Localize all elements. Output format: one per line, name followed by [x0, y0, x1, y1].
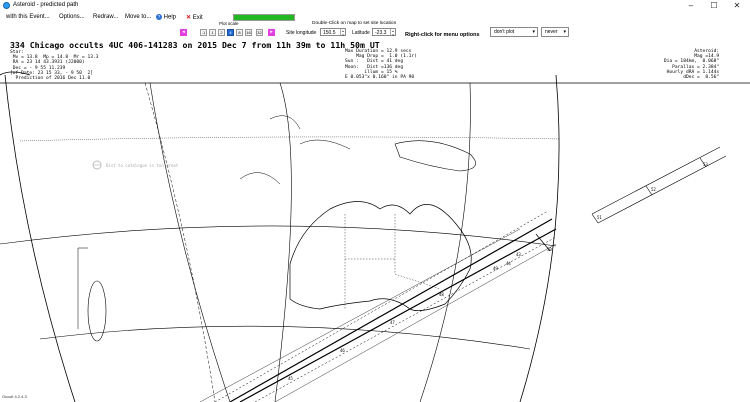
max-duration-info: Max Duration = 12.9 secs Mag Drop = 1.0 …	[345, 49, 417, 81]
menu-exit[interactable]: ✕ Exit	[186, 14, 203, 21]
path-tick-label: 48	[439, 292, 444, 297]
inset-tick-label: 53	[703, 162, 708, 167]
scale-button-32[interactable]: 32	[256, 29, 263, 36]
path-tick-label: 44	[506, 261, 511, 266]
parallel	[0, 225, 557, 247]
minimize-button[interactable]: –	[680, 0, 702, 12]
chevron-down-icon: ▾	[563, 29, 566, 35]
longitude-spinner-icon[interactable]: ▴ ▾	[340, 29, 345, 37]
progress-fill	[234, 15, 294, 20]
right-click-hint: Right-click for menu options	[405, 32, 480, 38]
plot-scale-label: Plot scale	[219, 21, 239, 26]
window-title: Asteroid - predicted path	[13, 2, 79, 8]
inset-tick-label: 52	[651, 187, 656, 192]
app-icon	[3, 2, 10, 9]
path-dashed-north	[214, 210, 549, 402]
scale-button-1[interactable]: 1	[209, 29, 216, 36]
latitude-spinner-icon[interactable]: ▴ ▾	[390, 29, 395, 37]
lake-outline	[87, 280, 107, 342]
path-tick-label: 43	[516, 252, 521, 257]
title-bar: Asteroid - predicted path – ☐ ✕	[0, 0, 750, 12]
earth-limb	[0, 71, 76, 402]
exit-icon: ✕	[186, 15, 192, 21]
chevron-down-icon: ▾	[532, 29, 535, 35]
menu-exit-label: Exit	[192, 15, 203, 21]
meridian	[419, 82, 471, 402]
scale-button-0.1[interactable]: .1	[200, 29, 207, 36]
help-icon: ?	[156, 14, 162, 20]
path-tick-label: 45	[288, 376, 293, 381]
path-outer-south	[274, 243, 557, 402]
menu-move-to[interactable]: Move to...	[125, 14, 151, 20]
site-hint: Double-Click on map to set site location	[312, 21, 397, 26]
coastline-islands	[239, 115, 351, 185]
state-borders	[344, 214, 441, 309]
plot-select-dropdown[interactable]: don't plot ▾	[490, 27, 538, 37]
asteroid-info: Asteroid: Mag =14.9 Dia = 184km, 0.068" …	[663, 49, 720, 81]
progress-bar	[233, 14, 295, 21]
event-headline: 334 Chicago occults 4UC 406-141283 on 20…	[10, 40, 380, 50]
version-footer: Occult 4.2.4.3	[2, 394, 27, 399]
left-bracket	[77, 247, 88, 329]
coastline-australia	[289, 201, 472, 311]
star-info: Star: Mv = 13.8 Mp = 14.8 Mr = 13.3 RA =…	[10, 50, 99, 82]
never-select-dropdown[interactable]: never ▾	[541, 27, 569, 37]
path-outer-north	[199, 228, 521, 402]
scale-button-16[interactable]: 16	[245, 29, 252, 36]
site-longitude-value: 150.5	[323, 30, 336, 36]
coastline-new-guinea	[394, 140, 476, 172]
path-limit-north	[229, 218, 553, 402]
site-latitude-label: Latitude	[352, 30, 370, 36]
menu-help[interactable]: ? Help	[156, 14, 176, 21]
map-canvas[interactable]	[0, 39, 750, 402]
menu-options[interactable]: Options...	[59, 14, 85, 20]
close-button[interactable]: ✕	[726, 0, 748, 12]
plot-select-value: don't plot	[494, 29, 515, 35]
path-tick-label: 46	[340, 348, 345, 353]
path-tick-label: 50	[547, 247, 552, 252]
menu-help-label: Help	[163, 14, 177, 21]
site-longitude-field[interactable]: 150.5 ▴ ▾	[320, 28, 346, 37]
maximize-button[interactable]: ☐	[703, 0, 725, 12]
site-longitude-label: Site longitude	[286, 30, 317, 36]
scale-button-2[interactable]: 2	[218, 29, 225, 36]
scale-left-arrow[interactable]: ◂	[180, 29, 187, 36]
parallel	[39, 325, 531, 350]
path-tick-label: 49	[493, 266, 498, 271]
menu-redraw[interactable]: Redraw...	[93, 14, 118, 20]
site-latitude-field[interactable]: -23.3 ▴ ▾	[372, 28, 396, 37]
never-select-value: never	[545, 29, 558, 35]
catalogue-note: Dist to catalogue is too great	[106, 163, 179, 168]
path-tick-label: 47	[390, 320, 395, 325]
site-latitude-value: -23.3	[375, 30, 387, 36]
inset-tick-label: 51	[597, 215, 602, 220]
menu-with-event[interactable]: with this Event...	[6, 14, 50, 20]
inset-path-strip	[591, 146, 727, 224]
scale-button-8[interactable]: 8	[236, 29, 243, 36]
terminator-dashed	[144, 82, 216, 402]
scale-right-arrow[interactable]: ▸	[268, 29, 275, 36]
scale-button-4[interactable]: 4	[227, 29, 234, 36]
meridian	[149, 82, 231, 402]
